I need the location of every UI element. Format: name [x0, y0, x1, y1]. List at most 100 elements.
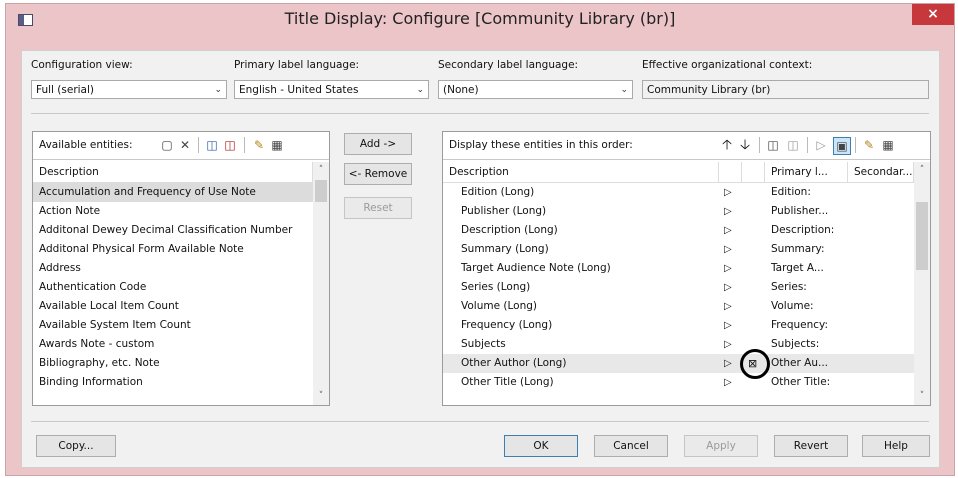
available-scrollbar[interactable]: ˄ ˅: [313, 162, 329, 405]
available-toolbar: Available entities: ▢ ✕ ◫ ◫ ✎ ▦: [33, 132, 329, 160]
row-primary-label: Series:: [771, 281, 807, 293]
row-description: Other Title (Long): [461, 376, 554, 388]
label-tag-icon[interactable]: ▷: [724, 354, 732, 373]
primary-language-select[interactable]: English - United States ⌄: [234, 80, 429, 99]
row-primary-label: Publisher...: [771, 205, 829, 217]
list-item[interactable]: Awards Note - custom: [33, 335, 313, 354]
copy-button[interactable]: Copy...: [36, 435, 116, 457]
display-primary-header[interactable]: Primary l...: [765, 162, 848, 182]
row-primary-label: Subjects:: [771, 338, 820, 350]
list-item[interactable]: Authentication Code: [33, 278, 313, 297]
scroll-down-icon[interactable]: ˅: [914, 388, 930, 404]
table-row[interactable]: Description (Long) ▷ Description:: [443, 221, 914, 240]
group-icon[interactable]: ◫: [765, 137, 781, 153]
chevron-down-icon: ⌄: [416, 85, 424, 95]
context-label: Effective organizational context:: [642, 59, 813, 71]
list-item[interactable]: Action Note: [33, 202, 313, 221]
row-primary-label: Volume:: [771, 300, 814, 312]
row-description: Target Audience Note (Long): [461, 262, 611, 274]
display-description-header[interactable]: Description: [443, 162, 719, 182]
configuration-view-value: Full (serial): [36, 84, 95, 96]
list-item[interactable]: Additonal Dewey Decimal Classification N…: [33, 221, 313, 240]
primary-language-value: English - United States: [239, 84, 359, 96]
scroll-thumb[interactable]: [315, 180, 327, 202]
comment-icon[interactable]: ◫: [204, 137, 220, 153]
add-button[interactable]: Add ->: [344, 133, 412, 155]
window-title: Title Display: Configure [Community Libr…: [284, 9, 676, 28]
list-item[interactable]: Available Local Item Count: [33, 297, 313, 316]
row-description: Summary (Long): [461, 243, 549, 255]
list-item[interactable]: Bibliography, etc. Note: [33, 354, 313, 373]
table-row[interactable]: Frequency (Long) ▷ Frequency:: [443, 316, 914, 335]
title-bar[interactable]: Title Display: Configure [Community Libr…: [6, 4, 954, 34]
primary-language-label: Primary label language:: [234, 59, 360, 71]
row-description: Frequency (Long): [461, 319, 553, 331]
list-item[interactable]: Address: [33, 259, 313, 278]
configuration-view-select[interactable]: Full (serial) ⌄: [31, 80, 227, 99]
toolbar-separator: [759, 137, 760, 153]
scroll-up-icon[interactable]: ˄: [914, 162, 930, 178]
table-row[interactable]: Edition (Long) ▷ Edition:: [443, 183, 914, 202]
label-tag-icon[interactable]: ▷: [724, 183, 732, 202]
table-row[interactable]: Series (Long) ▷ Series:: [443, 278, 914, 297]
move-down-icon[interactable]: 🡣: [737, 137, 753, 153]
scroll-up-icon[interactable]: ˄: [313, 162, 329, 178]
list-item[interactable]: Available System Item Count: [33, 316, 313, 335]
table-row[interactable]: Subjects ▷ Subjects:: [443, 335, 914, 354]
label-tag-icon[interactable]: ▷: [724, 259, 732, 278]
table-row[interactable]: Other Title (Long) ▷ Other Title:: [443, 373, 914, 392]
help-button[interactable]: Help: [862, 435, 930, 457]
label-tag-icon[interactable]: ▷: [724, 297, 732, 316]
list-item[interactable]: Binding Information: [33, 373, 313, 392]
label-tag-icon[interactable]: ▷: [724, 373, 732, 392]
remove-button[interactable]: <- Remove: [344, 163, 412, 185]
list-item[interactable]: Accumulation and Frequency of Use Note: [33, 183, 313, 202]
new-icon[interactable]: ▢: [159, 137, 175, 153]
properties-icon[interactable]: ▦: [269, 137, 285, 153]
edit-pencil-icon[interactable]: ✎: [251, 137, 267, 153]
display-flag-header-2: [742, 162, 765, 182]
delete-icon[interactable]: ✕: [177, 137, 193, 153]
reset-button[interactable]: Reset: [344, 197, 412, 219]
row-primary-label: Description:: [771, 224, 835, 236]
label-tag-icon[interactable]: ▷: [724, 335, 732, 354]
table-row[interactable]: Volume (Long) ▷ Volume:: [443, 297, 914, 316]
label-tag-icon[interactable]: ▷: [724, 221, 732, 240]
remove-comment-icon[interactable]: ◫: [222, 137, 238, 153]
move-up-icon[interactable]: 🡡: [719, 137, 735, 153]
toolbar-separator: [244, 137, 245, 153]
close-button[interactable]: ×: [912, 4, 954, 25]
revert-button[interactable]: Revert: [774, 435, 848, 457]
edit-pencil-icon[interactable]: ✎: [861, 137, 877, 153]
scroll-down-icon[interactable]: ˅: [313, 388, 329, 404]
row-description: Other Author (Long): [461, 357, 567, 369]
label-tag-icon[interactable]: ▷: [724, 240, 732, 259]
display-entities-label: Display these entities in this order:: [449, 139, 633, 151]
scroll-thumb[interactable]: [916, 202, 928, 270]
table-row[interactable]: Summary (Long) ▷ Summary:: [443, 240, 914, 259]
properties-icon[interactable]: ▦: [880, 137, 896, 153]
secondary-language-label: Secondary label language:: [438, 59, 579, 71]
label-tag-icon[interactable]: ▷: [724, 278, 732, 297]
list-item[interactable]: Additonal Physical Form Available Note: [33, 240, 313, 259]
table-row[interactable]: Publisher (Long) ▷ Publisher...: [443, 202, 914, 221]
label-tag-icon[interactable]: ▷: [724, 316, 732, 335]
display-scrollbar[interactable]: ˄ ˅: [914, 162, 930, 405]
ok-button[interactable]: OK: [504, 435, 578, 457]
secondary-language-value: (None): [443, 84, 479, 96]
apply-button[interactable]: Apply: [684, 435, 758, 457]
value-only-icon[interactable]: ▣: [833, 137, 851, 155]
display-toolbar: Display these entities in this order: 🡡 …: [443, 132, 930, 160]
secondary-language-select[interactable]: (None) ⌄: [438, 80, 633, 99]
row-description: Series (Long): [461, 281, 531, 293]
label-only-icon[interactable]: ▷: [813, 137, 829, 153]
cancel-button[interactable]: Cancel: [594, 435, 668, 457]
row-description: Edition (Long): [461, 186, 535, 198]
display-secondary-header[interactable]: Secondar...: [848, 162, 914, 182]
available-description-header[interactable]: Description: [33, 162, 313, 182]
ungroup-icon[interactable]: ◫: [785, 137, 801, 153]
label-tag-icon[interactable]: ▷: [724, 202, 732, 221]
row-description: Subjects: [461, 338, 506, 350]
table-row[interactable]: Other Author (Long) ▷ ⊠ Other Au...: [443, 354, 914, 373]
table-row[interactable]: Target Audience Note (Long) ▷ Target A...: [443, 259, 914, 278]
